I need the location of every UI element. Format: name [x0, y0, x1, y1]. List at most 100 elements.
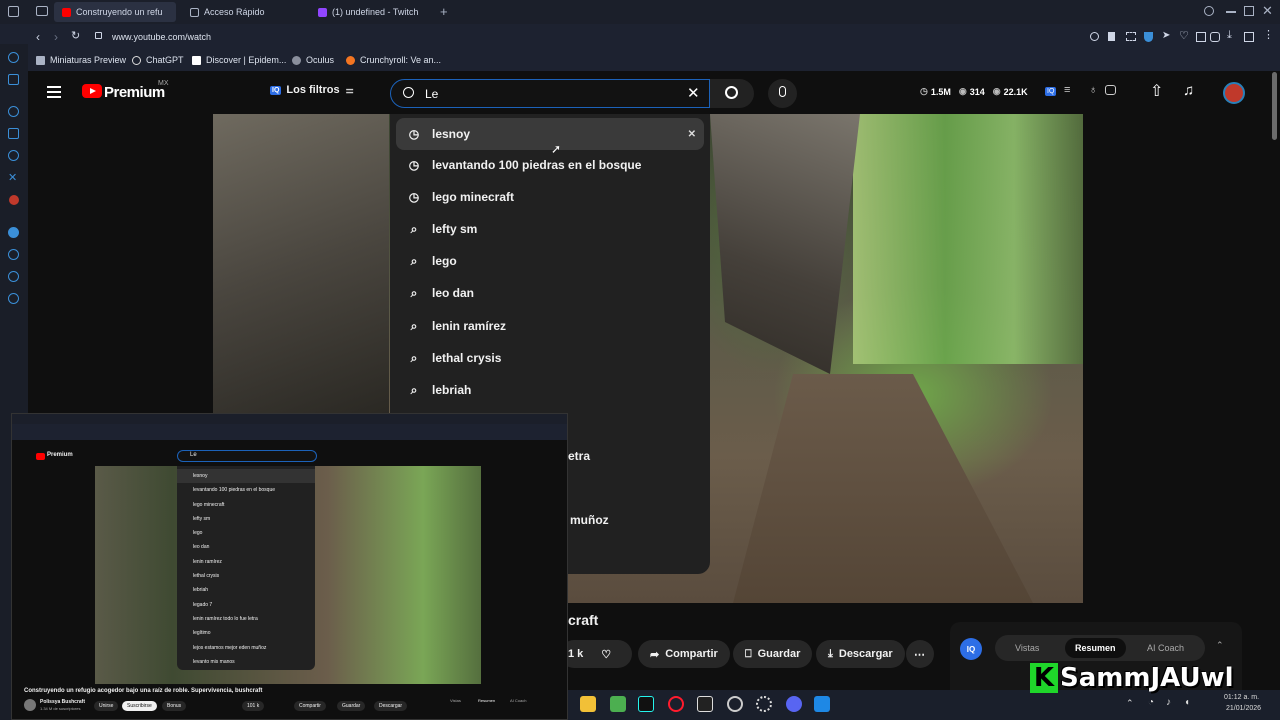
suggestion-partial[interactable]: muñoz — [570, 513, 609, 527]
gear-icon[interactable] — [8, 293, 19, 304]
x-icon[interactable]: ✕ — [8, 171, 17, 184]
capcut-icon[interactable] — [697, 696, 713, 712]
remove-suggestion-icon[interactable]: ✕ — [688, 129, 696, 140]
youtube-logo-icon[interactable] — [82, 84, 102, 98]
menu-dots-icon[interactable]: ⋮ — [1263, 28, 1274, 41]
suggestion-partial[interactable]: etra — [568, 449, 590, 463]
download-icon[interactable]: ⤓ — [1227, 29, 1232, 42]
share-button[interactable]: ➦ Compartir — [638, 640, 730, 668]
clock-icon[interactable] — [8, 249, 19, 260]
mic-tray-icon[interactable]: ♪ — [1166, 697, 1171, 708]
avatar[interactable] — [1223, 82, 1245, 104]
app-icon[interactable] — [727, 696, 743, 712]
dislike-icon[interactable]: ♡ — [601, 648, 611, 661]
search-box[interactable]: ✕ — [390, 79, 710, 108]
bookmark-crunchyroll[interactable]: Crunchyroll: Ve an... — [346, 55, 441, 65]
bookmark-discover[interactable]: Discover | Epidem... — [192, 55, 286, 65]
send-icon[interactable]: ➤ — [1162, 30, 1170, 41]
app-red-icon[interactable] — [9, 195, 19, 205]
url-field[interactable]: www.youtube.com/watch — [112, 32, 211, 42]
bell-icon[interactable]: ♫ — [1183, 82, 1194, 99]
maximize-button[interactable] — [1244, 6, 1254, 16]
reload-icon[interactable]: ↻ — [71, 29, 80, 42]
suggestion-item[interactable]: ◷ lego minecraft — [396, 181, 704, 213]
tab-acceso-rapido[interactable]: Acceso Rápido — [182, 2, 302, 22]
bookmark-miniaturas[interactable]: Miniaturas Preview — [36, 55, 126, 65]
search-input[interactable] — [425, 86, 675, 102]
whatsapp-icon[interactable] — [8, 150, 19, 161]
minimize-button[interactable] — [1226, 11, 1236, 13]
wifi-icon[interactable]: ◔ — [1148, 697, 1154, 708]
tab-twitch[interactable]: (1) undefined - Twitch — [310, 2, 434, 22]
zoom-icon[interactable] — [1090, 32, 1099, 41]
suggestion-item[interactable]: ⌕ lego — [396, 245, 704, 277]
download-button[interactable]: ⤓ Descargar — [816, 640, 905, 668]
video-trees-layer — [853, 114, 1083, 364]
history-icon[interactable] — [8, 52, 19, 63]
pin-icon[interactable] — [1108, 32, 1115, 41]
search-button[interactable] — [710, 79, 754, 108]
taskbar-date[interactable]: 21/01/2026 — [1226, 705, 1261, 712]
more-actions-button[interactable]: ⋯ — [906, 640, 934, 668]
streamer-watermark: K SammJAUwl — [1030, 660, 1266, 696]
region-label: MX — [158, 80, 169, 87]
iq-extension-icon[interactable]: IQ — [1045, 87, 1057, 96]
extensions-icon[interactable] — [1210, 32, 1220, 42]
discord-icon[interactable] — [786, 696, 802, 712]
clear-search-icon[interactable]: ✕ — [687, 84, 700, 102]
bulb-icon[interactable]: ♁ — [1089, 84, 1097, 96]
filters-button[interactable]: IQ Los filtros ⚌ — [270, 84, 354, 96]
tab-resumen[interactable]: Resumen — [1065, 638, 1126, 658]
tab-vistas[interactable]: Vistas — [1015, 643, 1039, 653]
calendar-icon[interactable] — [8, 128, 19, 139]
save-button[interactable]: ⎕ Guardar — [733, 640, 813, 668]
tab-youtube[interactable]: Construyendo un refu — [54, 2, 176, 22]
like-button[interactable]: 1 k ♡ — [560, 640, 632, 668]
suggestion-item[interactable]: ⌕ leo dan — [396, 277, 704, 309]
forward-icon[interactable]: › — [54, 30, 58, 44]
youtube-logo-text[interactable]: Premium — [104, 84, 165, 101]
spotify-icon[interactable] — [8, 227, 19, 238]
chat-icon[interactable] — [1105, 85, 1116, 95]
sidebar-toggle-icon[interactable] — [8, 6, 19, 17]
list-icon[interactable]: ≡ — [1064, 84, 1070, 96]
sidebar-panel-icon[interactable] — [1244, 32, 1254, 42]
back-icon[interactable]: ‹ — [36, 30, 40, 44]
mini-suggestion: lesnoy — [177, 469, 315, 484]
tab-ai-coach[interactable]: AI Coach — [1147, 643, 1184, 653]
mini-suggestion: lefty sm — [193, 515, 211, 522]
file-explorer-icon[interactable] — [580, 696, 596, 712]
workspace-icon[interactable] — [36, 6, 48, 16]
page-scrollbar[interactable] — [1272, 72, 1277, 140]
bookmark-chatgpt[interactable]: ChatGPT — [132, 55, 184, 65]
close-window-button[interactable]: ✕ — [1262, 3, 1273, 19]
search-tabs-icon[interactable] — [1204, 6, 1214, 16]
settings-gear-icon[interactable] — [756, 696, 772, 712]
shield-icon[interactable] — [1144, 32, 1153, 42]
cube-icon[interactable] — [1196, 32, 1206, 42]
voice-search-button[interactable] — [768, 79, 797, 108]
screenshot-icon[interactable] — [1126, 32, 1136, 41]
notes-icon[interactable] — [8, 74, 19, 85]
upload-icon[interactable]: ⇧ — [1150, 81, 1163, 101]
tiktok-icon[interactable] — [638, 696, 654, 712]
heart-icon[interactable]: ♡ — [1179, 29, 1189, 42]
minecraft-icon[interactable] — [610, 696, 626, 712]
settings-icon[interactable] — [8, 106, 19, 117]
suggestion-item[interactable]: ◷ levantando 100 piedras en el bosque — [396, 149, 704, 181]
suggestion-item[interactable]: ⌕ lethal crysis — [396, 342, 704, 374]
menu-icon[interactable] — [47, 86, 61, 98]
new-tab-button[interactable]: + — [440, 4, 448, 19]
opera-icon[interactable] — [668, 696, 684, 712]
bookmark-oculus[interactable]: Oculus — [292, 55, 334, 65]
spark-icon[interactable] — [8, 271, 19, 282]
suggestion-text: leo dan — [432, 286, 475, 300]
volume-icon[interactable]: ◖ — [1184, 697, 1190, 708]
suggestion-item[interactable]: ⌕ lebriah — [396, 374, 704, 406]
chevron-up-icon[interactable]: ⌃ — [1126, 698, 1134, 709]
terminal-icon[interactable] — [814, 696, 830, 712]
suggestion-item[interactable]: ◷ lesnoy ✕ — [396, 118, 704, 150]
suggestion-item[interactable]: ⌕ lefty sm — [396, 213, 704, 245]
suggestion-item[interactable]: ⌕ lenin ramírez — [396, 310, 704, 342]
chevron-up-icon[interactable]: ⌃ — [1216, 640, 1224, 651]
